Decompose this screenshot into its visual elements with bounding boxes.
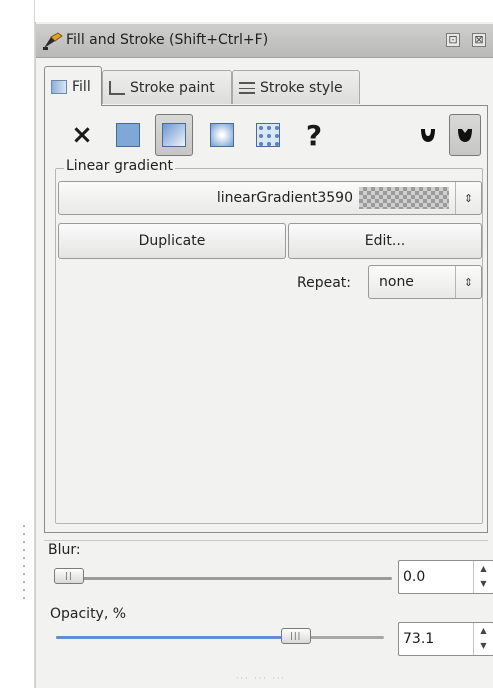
flat-color-button[interactable] [109, 114, 147, 156]
blur-spinbox[interactable]: 0.0 ▲ ▼ [398, 560, 493, 594]
repeat-label: Repeat: [297, 275, 351, 291]
blur-label: Blur: [48, 542, 81, 558]
separator [44, 540, 488, 541]
fill-tab-icon [51, 79, 67, 94]
blur-slider-handle[interactable]: || [54, 568, 84, 584]
flat-color-icon [116, 123, 140, 147]
pin-panel-button[interactable]: ⊡ [446, 33, 460, 47]
opacity-spinbox[interactable]: 73.1 ▲ ▼ [398, 622, 493, 656]
pattern-button[interactable] [249, 114, 287, 156]
repeat-dropdown-arrows-icon: ⇕ [455, 266, 481, 298]
panel-titlebar[interactable]: Fill and Stroke (Shift+Ctrl+F) ⊡ ⊠ [36, 24, 493, 58]
fill-and-stroke-panel: Fill and Stroke (Shift+Ctrl+F) ⊡ ⊠ Fill … [35, 22, 493, 688]
fill-rule-evenodd-button[interactable] [409, 114, 447, 156]
opacity-label: Opacity, % [50, 606, 127, 622]
gradient-selector[interactable]: linearGradient3590 ⇕ [58, 181, 482, 215]
fill-tab-content: × ? Linear gradient linearGradient3590 ⇕… [44, 105, 488, 533]
tab-stroke-paint-label: Stroke paint [130, 79, 215, 96]
blur-value: 0.0 [403, 569, 426, 585]
dock-grip[interactable] [22, 525, 26, 605]
evenodd-fill-rule-icon [421, 129, 435, 142]
opacity-slider-handle[interactable]: ||| [280, 628, 311, 644]
stroke-style-tab-icon [239, 81, 255, 94]
no-paint-button[interactable]: × [63, 114, 101, 156]
linear-gradient-frame: Linear gradient linearGradient3590 ⇕ Dup… [55, 158, 483, 524]
blur-slider-track[interactable] [56, 577, 392, 580]
gradient-selector-arrows-icon: ⇕ [455, 182, 481, 214]
radial-gradient-icon [210, 123, 234, 147]
linear-gradient-button[interactable] [155, 114, 193, 156]
close-panel-button[interactable]: ⊠ [472, 33, 486, 47]
tab-stroke-style-label: Stroke style [260, 79, 343, 96]
duplicate-button[interactable]: Duplicate [58, 223, 286, 259]
paint-type-row: × ? [45, 114, 487, 158]
stroke-paint-tab-icon [109, 80, 125, 95]
edit-gradient-button[interactable]: Edit... [288, 223, 482, 259]
gradient-selector-value: linearGradient3590 [216, 190, 353, 206]
unset-paint-icon: ? [305, 118, 323, 152]
linear-gradient-label: Linear gradient [64, 158, 175, 174]
fill-rule-nonzero-button[interactable] [449, 114, 481, 156]
panel-title: Fill and Stroke (Shift+Ctrl+F) [66, 32, 269, 48]
linear-gradient-icon [162, 123, 186, 147]
gradient-preview-swatch [359, 187, 449, 209]
tab-stroke-paint[interactable]: Stroke paint [102, 70, 232, 104]
fill-stroke-app-icon [43, 32, 63, 50]
opacity-spin-arrows-icon[interactable]: ▲ ▼ [473, 623, 493, 655]
tab-stroke-style[interactable]: Stroke style [232, 70, 360, 104]
tab-fill[interactable]: Fill [44, 66, 102, 106]
opacity-value: 73.1 [403, 631, 435, 647]
nonzero-fill-rule-icon [458, 129, 472, 142]
radial-gradient-button[interactable] [203, 114, 241, 156]
opacity-slider-fill [56, 636, 296, 639]
no-paint-icon: × [71, 120, 93, 150]
repeat-dropdown-value: none [379, 274, 414, 290]
blur-spin-arrows-icon[interactable]: ▲ ▼ [473, 561, 493, 593]
panel-resize-grip[interactable]: ··· ··· ··· [236, 674, 286, 683]
tab-fill-label: Fill [72, 78, 91, 95]
unset-paint-button[interactable]: ? [295, 114, 333, 156]
pattern-icon [256, 123, 280, 147]
repeat-dropdown[interactable]: none ⇕ [368, 265, 482, 299]
